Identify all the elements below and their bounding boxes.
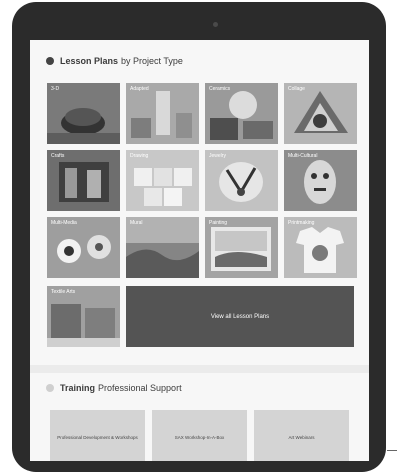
- category-tile-printmaking[interactable]: Printmaking: [284, 217, 357, 278]
- category-tile-collage[interactable]: Collage: [284, 83, 357, 144]
- category-label: 3-D: [51, 86, 60, 92]
- lesson-plans-panel: Lesson Plans by Project Type 3-D Adapted…: [30, 40, 369, 365]
- training-heading: Training Professional Support: [46, 383, 182, 393]
- lesson-plans-heading: Lesson Plans by Project Type: [46, 56, 183, 66]
- category-label: Adapted: [130, 86, 149, 92]
- category-tile-multi-media[interactable]: Multi-Media: [47, 217, 120, 278]
- category-label: Multi-Cultural: [288, 153, 318, 159]
- category-tile-adapted[interactable]: Adapted: [126, 83, 199, 144]
- category-tile-jewelry[interactable]: Jewelry: [205, 150, 278, 211]
- divider-line: [387, 450, 397, 451]
- category-label: Multi-Media: [51, 220, 77, 226]
- training-card-workshop-in-a-box[interactable]: SAX Workshop-In-A-Box: [152, 410, 247, 461]
- category-tile-drawing[interactable]: Drawing: [126, 150, 199, 211]
- category-tile-crafts[interactable]: Crafts: [47, 150, 120, 211]
- category-tile-painting[interactable]: Painting: [205, 217, 278, 278]
- category-label: Mural: [130, 220, 143, 226]
- bullet-dot-icon: [46, 384, 54, 392]
- view-all-lesson-plans-button[interactable]: View all Lesson Plans: [126, 286, 354, 347]
- camera-icon: [213, 22, 218, 27]
- category-label: Painting: [209, 220, 228, 226]
- training-heading-rest: Professional Support: [98, 383, 182, 393]
- category-tile-ceramics[interactable]: Ceramics: [205, 83, 278, 144]
- bullet-dot-icon: [46, 57, 54, 65]
- category-label: Jewelry: [209, 153, 226, 159]
- lesson-plans-heading-bold: Lesson Plans: [60, 56, 119, 66]
- tablet-screen: Lesson Plans by Project Type 3-D Adapted…: [30, 40, 369, 461]
- category-label: Crafts: [51, 153, 65, 159]
- category-label: Textile Arts: [51, 289, 76, 295]
- category-tile-textile-arts[interactable]: Textile Arts: [47, 286, 120, 347]
- training-card-art-webinars[interactable]: Art Webinars: [254, 410, 349, 461]
- category-label: Collage: [288, 86, 305, 92]
- category-tile-mural[interactable]: Mural: [126, 217, 199, 278]
- category-tile-multi-cultural[interactable]: Multi-Cultural: [284, 150, 357, 211]
- lesson-plans-heading-rest: by Project Type: [121, 56, 183, 66]
- training-heading-bold: Training: [60, 383, 96, 393]
- training-card-professional-development[interactable]: Professional Development & Workshops: [50, 410, 145, 461]
- category-label: Printmaking: [288, 220, 315, 226]
- category-tile-3d[interactable]: 3-D: [47, 83, 120, 144]
- category-label: Ceramics: [209, 86, 231, 92]
- category-label: Drawing: [130, 153, 149, 159]
